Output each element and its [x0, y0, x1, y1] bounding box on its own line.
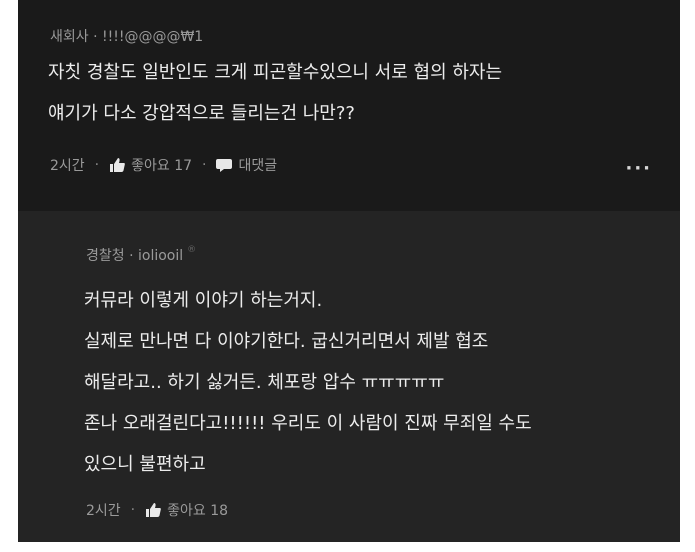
- comment-bubble-icon[interactable]: [216, 158, 233, 172]
- reply-card: 경찰청 · ioliooil ® 커뮤라 이렇게 이야기 하는거지. 실제로 만나…: [18, 211, 680, 542]
- reply-link[interactable]: 대댓글: [238, 155, 277, 175]
- separator-dot: ·: [94, 157, 100, 173]
- post-line-1: 자칫 경찰도 일반인도 크게 피곤할수있으니 서로 협의 하자는: [48, 62, 503, 83]
- reply-time: 2시간: [86, 503, 121, 519]
- reply-like-count[interactable]: 좋아요 18: [167, 500, 228, 520]
- reply-author-meta[interactable]: 경찰청 · ioliooil ®: [86, 245, 196, 265]
- verified-mark-icon: ®: [187, 245, 197, 255]
- reply-footer: 2시간 · 좋아요 18: [86, 500, 228, 520]
- reply-line-5: 있으니 불편하고: [84, 454, 206, 475]
- reply-line-1: 커뮤라 이렇게 이야기 하는거지.: [84, 290, 323, 311]
- more-options-button[interactable]: ···: [625, 158, 652, 179]
- post-author-meta[interactable]: 새회사 · !!!!@@@@₩1: [50, 26, 203, 46]
- post-like-count[interactable]: 좋아요 17: [131, 155, 192, 175]
- post-line-2: 얘기가 다소 강압적으로 들리는건 나만??: [48, 103, 355, 124]
- reply-line-2: 실제로 만나면 다 이야기한다. 굽신거리면서 제발 협조: [84, 331, 489, 352]
- reply-line-4: 존나 오래걸린다고!!!!!! 우리도 이 사람이 진짜 무죄일 수도: [84, 413, 532, 434]
- separator-dot: ·: [202, 157, 207, 173]
- thumbs-up-icon[interactable]: [145, 503, 161, 517]
- separator-dot: ·: [130, 502, 136, 518]
- post-card: 새회사 · !!!!@@@@₩1 자칫 경찰도 일반인도 크게 피곤할수있으니 …: [18, 0, 680, 211]
- reply-author-text[interactable]: 경찰청 · ioliooil: [86, 248, 183, 264]
- thumbs-up-icon[interactable]: [109, 158, 125, 172]
- post-time: 2시간: [50, 158, 85, 174]
- reply-line-3: 해달라고.. 하기 싫거든. 체포랑 압수 ㅠㅠㅠㅠㅠ: [84, 372, 445, 393]
- post-footer: 2시간 · 좋아요 17 · 대댓글: [50, 155, 277, 175]
